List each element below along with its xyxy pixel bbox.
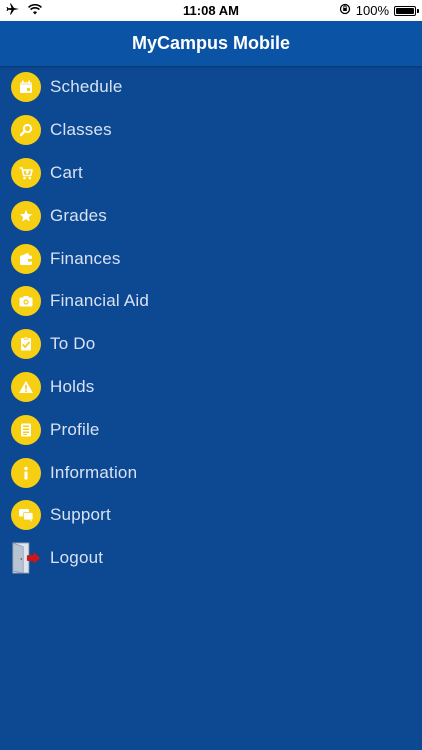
menu-item-to-do[interactable]: To Do (0, 323, 422, 366)
orientation-lock-icon (339, 3, 351, 18)
menu-item-label: To Do (50, 334, 96, 354)
chat-icon (11, 500, 41, 531)
battery-percent: 100% (355, 3, 389, 18)
menu-item-label: Financial Aid (50, 291, 149, 311)
menu-item-profile[interactable]: Profile (0, 408, 422, 451)
app-header: MyCampus Mobile (0, 21, 422, 66)
cart-icon (11, 157, 41, 188)
menu-item-label: Classes (50, 120, 112, 140)
wifi-icon (28, 3, 42, 18)
menu-item-information[interactable]: Information (0, 451, 422, 494)
menu-item-classes[interactable]: Classes (0, 109, 422, 152)
status-bar: 11:08 AM 100% (0, 0, 422, 21)
menu-item-label: Cart (50, 162, 83, 182)
page-title: MyCampus Mobile (131, 33, 291, 53)
logout-door-icon (11, 541, 41, 575)
wallet-icon (11, 243, 41, 274)
info-icon (11, 457, 41, 488)
checklist-icon (11, 329, 41, 360)
menu-item-holds[interactable]: Holds (0, 366, 422, 409)
menu-item-finances[interactable]: Finances (0, 237, 422, 280)
star-icon (11, 200, 41, 231)
menu-item-cart[interactable]: Cart (0, 152, 422, 195)
main-menu: Schedule Classes Cart Grades Finances Fi… (0, 66, 422, 580)
menu-item-label: Support (50, 505, 111, 525)
menu-item-label: Logout (50, 548, 104, 568)
battery-icon (394, 5, 419, 16)
status-bar-right: 100% (339, 3, 419, 18)
menu-item-logout[interactable]: Logout (0, 537, 422, 580)
warning-icon (11, 371, 41, 402)
menu-item-label: Schedule (50, 77, 123, 97)
calendar-icon (11, 72, 41, 103)
menu-item-label: Information (50, 462, 138, 482)
airplane-icon (6, 3, 20, 18)
status-bar-left (6, 3, 42, 18)
menu-item-schedule[interactable]: Schedule (0, 66, 422, 109)
menu-item-financial-aid[interactable]: Financial Aid (0, 280, 422, 323)
menu-item-label: Grades (50, 205, 107, 225)
menu-item-label: Holds (50, 376, 95, 396)
menu-item-grades[interactable]: Grades (0, 194, 422, 237)
camera-icon (11, 286, 41, 317)
menu-item-support[interactable]: Support (0, 494, 422, 537)
profile-icon (11, 414, 41, 445)
search-icon (11, 115, 41, 146)
menu-item-label: Finances (50, 248, 121, 268)
menu-item-label: Profile (50, 419, 100, 439)
